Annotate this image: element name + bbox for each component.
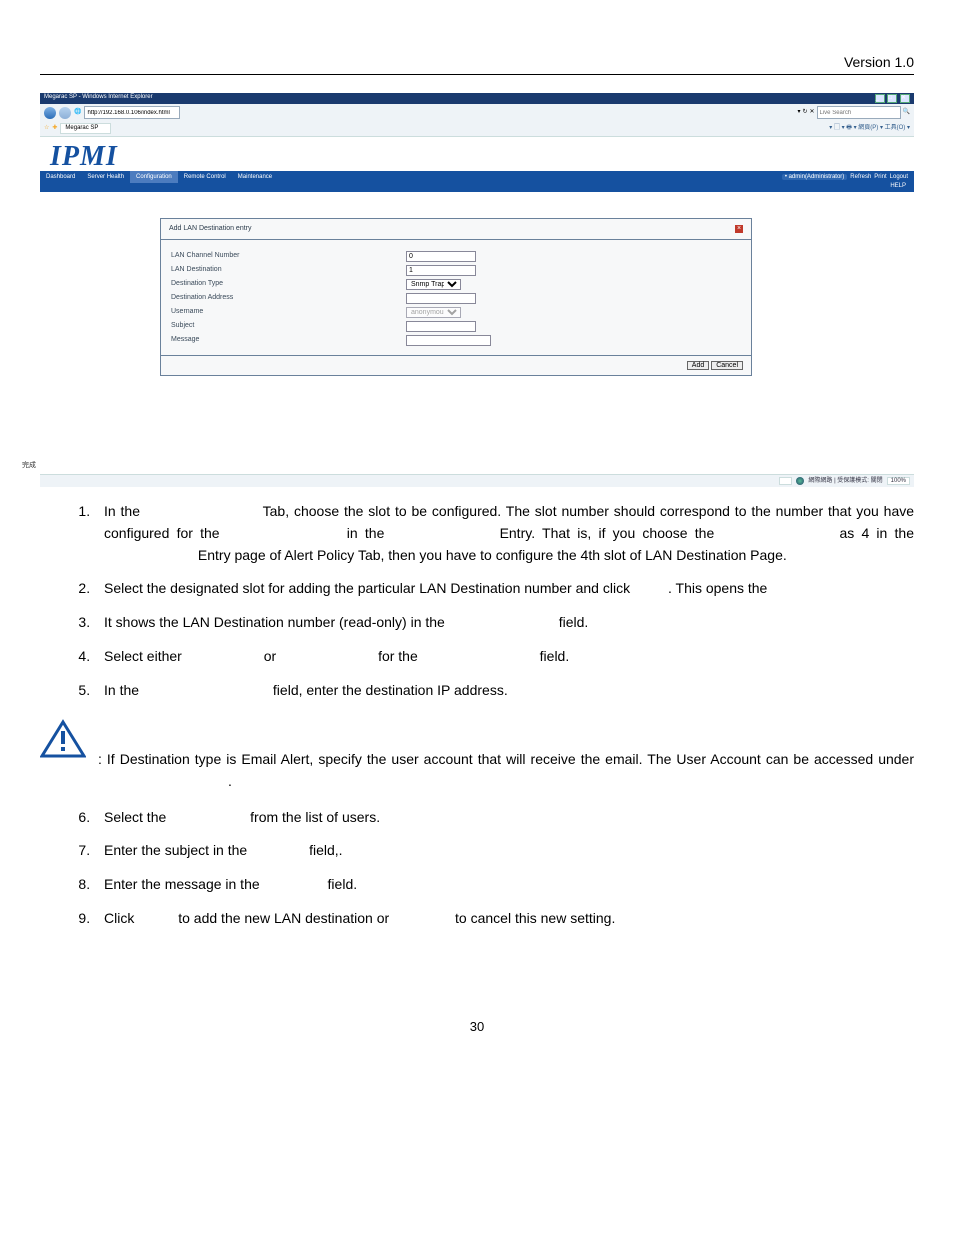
print-link[interactable]: Print: [874, 174, 886, 181]
ipmi-body: 完成 Add LAN Destination entry × LAN Chann…: [40, 192, 914, 474]
forward-icon[interactable]: [59, 107, 71, 119]
step-1: In the Tab, choose the slot to be config…: [94, 501, 914, 566]
ipmi-logo: IPMI: [50, 143, 904, 171]
ie-window-title: Megarac SP - Windows Internet Explorer: [44, 94, 153, 103]
refresh-link[interactable]: Refresh: [850, 174, 871, 181]
search-icon[interactable]: 🔍: [903, 109, 910, 116]
ipmi-nav-bar: Dashboard Server Health Configuration Re…: [40, 171, 914, 184]
menu-dashboard[interactable]: Dashboard: [40, 171, 81, 184]
stop-icon[interactable]: ✕: [809, 109, 814, 116]
step-7: Enter the subject in the field,.: [94, 840, 914, 862]
ie-tools-row[interactable]: ▾ ▢ ▾ 🖶 ▾ 網頁(P) ▾ 工具(O) ▾: [829, 125, 910, 132]
url-field[interactable]: [84, 106, 180, 119]
input-destination-address[interactable]: [406, 293, 476, 304]
user-pill: • admin(Administrator): [782, 174, 847, 181]
internet-zone-icon: [796, 477, 804, 485]
search-box: ▾ ↻ ✕ 🔍: [797, 106, 910, 119]
label-lan-channel-number: LAN Channel Number: [171, 252, 406, 260]
back-icon[interactable]: [44, 107, 56, 119]
dropdown-icon[interactable]: ▾: [797, 109, 800, 116]
logout-link[interactable]: Logout: [890, 174, 908, 181]
panel-close-icon[interactable]: ×: [735, 225, 743, 233]
window-controls: _ □ ✕: [874, 94, 910, 103]
menu-remote-control[interactable]: Remote Control: [178, 171, 232, 184]
ipmi-header: IPMI: [40, 137, 914, 171]
status-mode: 網際網路 | 受保護模式: 關閉: [808, 478, 882, 485]
search-input[interactable]: [817, 106, 901, 119]
step-3: It shows the LAN Destination number (rea…: [94, 612, 914, 634]
label-subject: Subject: [171, 322, 406, 330]
note-block: : If Destination type is Email Alert, sp…: [40, 719, 914, 792]
select-destination-type[interactable]: Snmp Trap: [406, 279, 461, 290]
select-username[interactable]: anonymous: [406, 307, 461, 318]
input-subject[interactable]: [406, 321, 476, 332]
step-5: In the field, enter the destination IP a…: [94, 680, 914, 702]
page-number: 30: [40, 1019, 914, 1034]
label-message: Message: [171, 336, 406, 344]
refresh-icon[interactable]: ↻: [802, 109, 807, 116]
panel-title-text: Add LAN Destination entry: [169, 225, 252, 233]
menu-server-health[interactable]: Server Health: [81, 171, 130, 184]
step-8: Enter the message in the field.: [94, 874, 914, 896]
status-done-label: 完成: [22, 462, 36, 470]
add-lan-destination-panel: Add LAN Destination entry × LAN Channel …: [160, 218, 752, 376]
step-9: Click to add the new LAN destination or …: [94, 908, 914, 930]
input-lan-channel-number[interactable]: [406, 251, 476, 262]
label-destination-type: Destination Type: [171, 280, 406, 288]
header-rule: [40, 74, 914, 75]
ie-address-bar: 🌐 ▾ ↻ ✕ 🔍: [40, 104, 914, 121]
close-icon[interactable]: ✕: [900, 94, 910, 103]
instructions-b: Select the from the list of users. Enter…: [40, 807, 914, 930]
browser-tab[interactable]: Megarac SP: [60, 123, 111, 134]
maximize-icon[interactable]: □: [887, 94, 897, 103]
panel-actions: Add Cancel: [161, 355, 751, 375]
label-lan-destination: LAN Destination: [171, 266, 406, 274]
note-text: : If Destination type is Email Alert, sp…: [98, 749, 914, 792]
favorites-star-icon[interactable]: ☆: [44, 125, 49, 132]
status-zoom: 100%: [887, 477, 910, 486]
add-button[interactable]: Add: [687, 361, 709, 370]
step-2: Select the designated slot for adding th…: [94, 578, 914, 600]
panel-form: LAN Channel Number LAN Destination Desti…: [161, 240, 751, 355]
step-6: Select the from the list of users.: [94, 807, 914, 829]
doc-version: Version 1.0: [40, 54, 914, 70]
ipmi-menu: Dashboard Server Health Configuration Re…: [40, 171, 278, 184]
label-destination-address: Destination Address: [171, 294, 406, 302]
menu-configuration[interactable]: Configuration: [130, 171, 178, 184]
instructions-a: In the Tab, choose the slot to be config…: [40, 501, 914, 701]
step-4: Select either or for the field.: [94, 646, 914, 668]
minimize-icon[interactable]: _: [875, 94, 885, 103]
ie-status-bar: 網際網路 | 受保護模式: 關閉 100%: [40, 474, 914, 488]
help-link[interactable]: HELP: [890, 183, 906, 189]
input-lan-destination[interactable]: [406, 265, 476, 276]
warning-icon: [40, 719, 86, 759]
ie-titlebar: Megarac SP - Windows Internet Explorer _…: [40, 93, 914, 104]
label-username: Username: [171, 308, 406, 316]
menu-maintenance[interactable]: Maintenance: [232, 171, 278, 184]
panel-title: Add LAN Destination entry ×: [161, 219, 751, 240]
screenshot: Megarac SP - Windows Internet Explorer _…: [40, 93, 914, 487]
favorites-add-icon[interactable]: ✚: [52, 125, 57, 132]
ie-tab-strip: ☆ ✚ Megarac SP ▾ ▢ ▾ 🖶 ▾ 網頁(P) ▾ 工具(O) ▾: [40, 121, 914, 137]
status-placeholder: [779, 477, 792, 486]
cancel-button[interactable]: Cancel: [711, 361, 743, 370]
input-message[interactable]: [406, 335, 491, 346]
ipmi-meta-links: • admin(Administrator) Refresh Print Log…: [776, 172, 914, 183]
url-scheme-icon: 🌐: [74, 109, 81, 116]
